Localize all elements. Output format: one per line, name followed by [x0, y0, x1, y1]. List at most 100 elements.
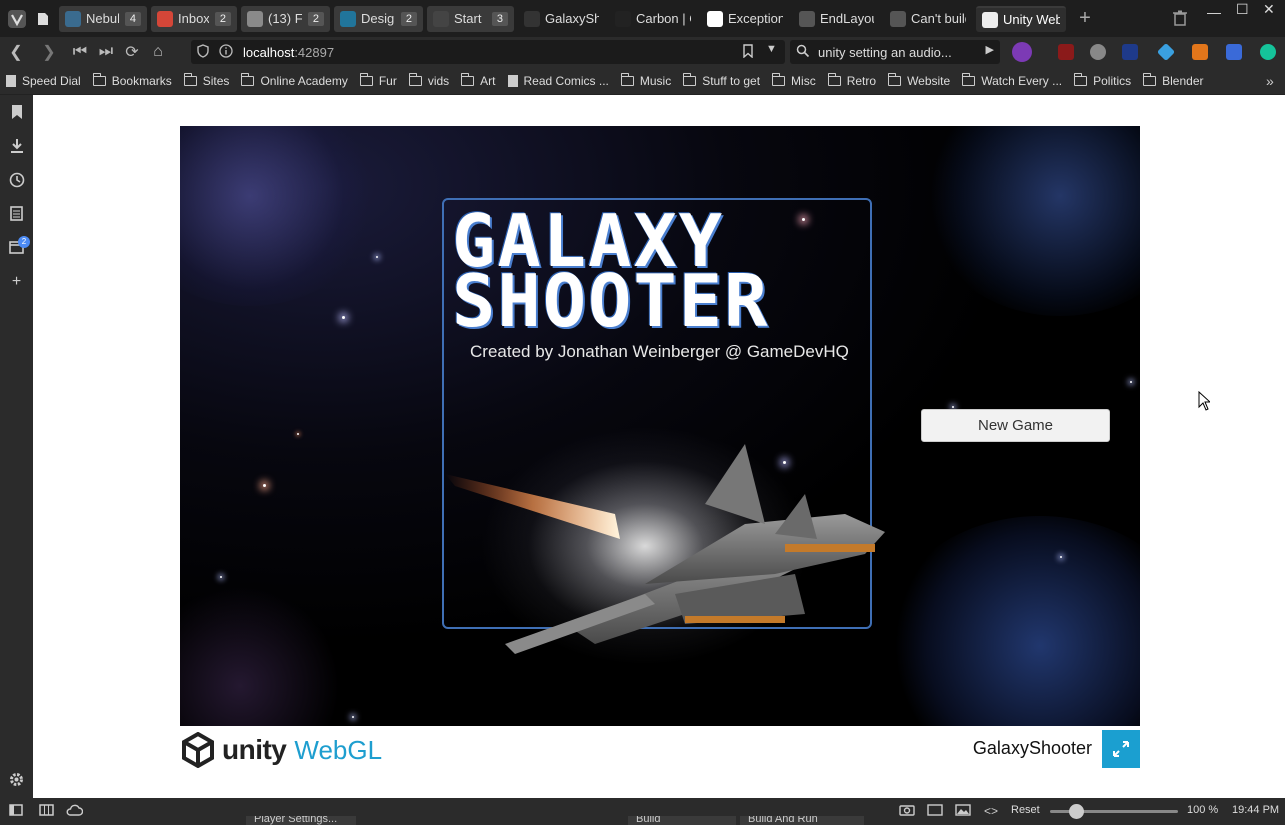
- bookmark-watch-every-[interactable]: Watch Every ...: [962, 72, 1062, 88]
- downloads-icon[interactable]: [8, 138, 25, 155]
- tab-0[interactable]: Nebul 4: [59, 5, 147, 32]
- zoom-slider[interactable]: [1050, 804, 1178, 819]
- maximize-icon[interactable]: ☐: [1236, 1, 1249, 18]
- avatar-icon[interactable]: [1012, 42, 1032, 62]
- bookmark-label: Music: [639, 73, 672, 88]
- tab-2[interactable]: (13) Fr 2: [241, 5, 330, 32]
- star: [1060, 556, 1062, 558]
- search-field[interactable]: unity setting an audio... ▶: [790, 40, 1000, 64]
- bookmark-retro[interactable]: Retro: [827, 72, 876, 88]
- tile-view-icon[interactable]: [927, 804, 943, 819]
- metamask-icon[interactable]: [1192, 44, 1208, 60]
- reload-icon[interactable]: ⟳: [119, 39, 145, 65]
- new-tab-button[interactable]: +: [1074, 8, 1096, 30]
- tab-stack-count: 2: [307, 11, 324, 26]
- save-icon[interactable]: [1226, 44, 1242, 60]
- bookmark-blender[interactable]: Blender: [1143, 72, 1204, 88]
- close-icon[interactable]: ✕: [1263, 1, 1275, 18]
- bookmarks-panel-icon[interactable]: [8, 104, 25, 121]
- tab-5[interactable]: GalaxyShoo: [518, 6, 605, 32]
- bookmark-fur[interactable]: Fur: [359, 72, 397, 88]
- forward-icon[interactable]: ❯: [36, 39, 62, 65]
- bookmark-website[interactable]: Website: [888, 72, 950, 88]
- settings-gear-icon[interactable]: [8, 772, 25, 789]
- tab-4[interactable]: Start P 3: [427, 5, 514, 32]
- taskbar-item[interactable]: Build: [628, 816, 736, 825]
- bookmark-label: Sites: [202, 73, 230, 88]
- bookmark-sites[interactable]: Sites: [183, 72, 230, 88]
- bookmark-speed-dial[interactable]: Speed Dial: [6, 74, 81, 88]
- tab-label: Can't build: [911, 11, 966, 26]
- folder-icon: [183, 72, 197, 86]
- history-icon[interactable]: [8, 172, 25, 189]
- tab-8[interactable]: EndLayout: [793, 6, 880, 32]
- fast-forward-icon[interactable]: ⏭: [93, 39, 119, 65]
- search-go-icon[interactable]: ▶: [986, 43, 994, 56]
- unity-game-canvas[interactable]: GALAXY SHOOTER Created by Jonathan Weinb…: [180, 126, 1140, 726]
- tab-10[interactable]: Unity Web: [976, 5, 1066, 32]
- bookmark-icon[interactable]: [743, 44, 753, 61]
- add-panel-icon[interactable]: +: [8, 273, 25, 290]
- bookmark-politics[interactable]: Politics: [1074, 72, 1131, 88]
- page-content: GALAXY SHOOTER Created by Jonathan Weinb…: [33, 95, 1285, 798]
- sync-cloud-icon[interactable]: [66, 804, 84, 819]
- tab-3[interactable]: Design 2: [334, 5, 423, 32]
- folder-icon: [408, 72, 422, 86]
- page-actions-icon[interactable]: <>: [984, 804, 998, 818]
- unity-footer: unity WebGL GalaxyShooter: [180, 726, 1140, 776]
- tiling-icon[interactable]: [39, 804, 54, 819]
- star: [952, 406, 954, 408]
- dropdown-arrow-icon[interactable]: ▼: [766, 43, 777, 55]
- nebula-decoration: [180, 126, 380, 306]
- extension-icon[interactable]: [1090, 44, 1106, 60]
- bookmark-art[interactable]: Art: [461, 72, 496, 88]
- screenshot-icon[interactable]: [899, 804, 915, 819]
- url-port: :42897: [294, 44, 335, 60]
- bookmark-music[interactable]: Music: [620, 72, 672, 88]
- url-field[interactable]: localhost:42897 ▼: [191, 40, 785, 64]
- tab-6[interactable]: Carbon | Cr: [609, 6, 697, 32]
- tab-7[interactable]: Exception:: [701, 6, 789, 32]
- ublock-icon[interactable]: [1058, 44, 1074, 60]
- bookmark-stuff-to-get[interactable]: Stuff to get: [683, 72, 760, 88]
- images-icon[interactable]: [955, 804, 971, 819]
- bookmark-label: Read Comics ...: [523, 73, 609, 88]
- taskbar-item[interactable]: Player Settings...: [246, 816, 356, 825]
- extension-dl-icon[interactable]: [1122, 44, 1138, 60]
- folder-icon: [772, 72, 786, 86]
- home-icon[interactable]: ⌂: [145, 39, 171, 65]
- tab-label: Inbox: [178, 11, 209, 26]
- info-icon[interactable]: [219, 44, 233, 61]
- bookmark-misc[interactable]: Misc: [772, 72, 816, 88]
- minimize-icon[interactable]: —: [1207, 4, 1221, 20]
- zoom-reset-button[interactable]: Reset: [1011, 804, 1040, 816]
- bookmark-bookmarks[interactable]: Bookmarks: [92, 72, 172, 88]
- vivaldi-menu-icon[interactable]: [5, 9, 29, 29]
- tab-label: (13) Fr: [268, 11, 302, 26]
- new-game-button[interactable]: New Game: [921, 409, 1110, 442]
- trash-icon[interactable]: [1173, 10, 1189, 28]
- folder-icon: [1074, 72, 1088, 86]
- tab-stack-count: 3: [491, 11, 508, 26]
- forum-icon: [247, 10, 263, 27]
- tab-label: GalaxyShoo: [545, 11, 599, 26]
- fullscreen-button[interactable]: [1102, 730, 1140, 768]
- rewind-icon[interactable]: ⏮: [67, 39, 93, 65]
- bookmark-vids[interactable]: vids: [408, 72, 449, 88]
- bookmarks-bar: Speed Dial Bookmarks Sites Online Academy Fu…: [0, 67, 1285, 95]
- clock-time: 19:44 PM: [1232, 804, 1280, 816]
- folder-icon: [962, 72, 976, 86]
- zoom-slider-knob[interactable]: [1068, 804, 1084, 819]
- panel-toggle-icon[interactable]: [9, 804, 23, 819]
- back-icon[interactable]: ❮: [3, 39, 29, 65]
- tab-1[interactable]: Inbox 2: [151, 5, 237, 32]
- more-bookmarks-icon[interactable]: »: [1266, 73, 1274, 89]
- nebula-decoration: [880, 516, 1140, 726]
- grammarly-icon[interactable]: [1260, 44, 1276, 60]
- tab-9[interactable]: Can't build: [884, 6, 972, 32]
- tab-blank[interactable]: [33, 6, 55, 32]
- bookmark-online-academy[interactable]: Online Academy: [241, 72, 348, 88]
- notes-icon[interactable]: [8, 206, 25, 223]
- taskbar-item[interactable]: Build And Run: [740, 816, 864, 825]
- bookmark-read-comics-[interactable]: Read Comics ...: [507, 73, 609, 88]
